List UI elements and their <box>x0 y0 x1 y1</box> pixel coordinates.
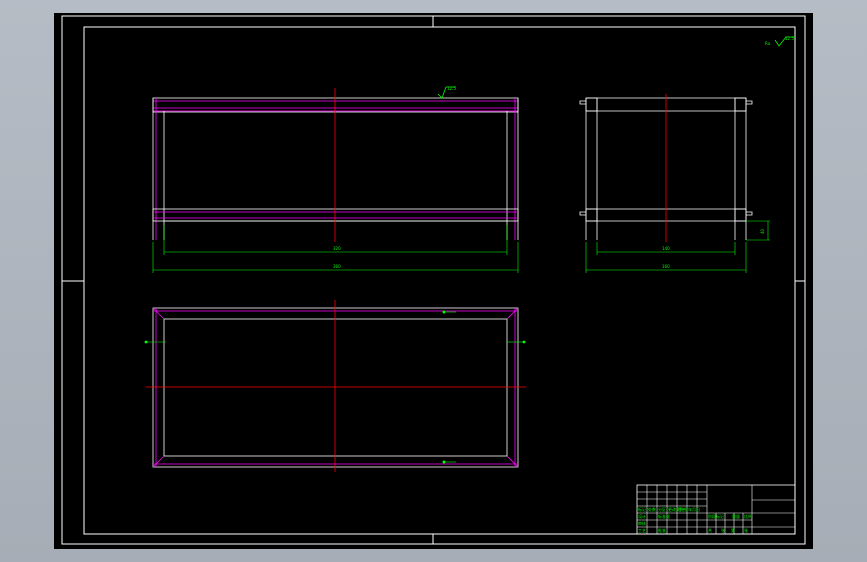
title-label-16: 张 <box>721 527 725 533</box>
side-overall-width-text: 160 <box>662 264 670 269</box>
front-weld-symbol-text: 12.5 <box>447 86 456 91</box>
side-inner-width-text: 140 <box>662 246 670 251</box>
title-label-14: 批准 <box>658 527 666 533</box>
title-label-15: 共 <box>708 527 712 533</box>
title-label-12: 审核 <box>638 520 646 526</box>
roughness-value: 12.5 <box>785 36 794 41</box>
title-label-3: 分区 <box>658 506 666 512</box>
title-label-9: 阶段标记 <box>708 513 724 519</box>
title-label-8: 标准化 <box>658 513 670 519</box>
title-label-17: 第 <box>731 527 735 533</box>
drawing-canvas[interactable]: Ra 12.5 12.5 320 360 40 140 160 标记 处数 分区… <box>0 0 867 562</box>
title-label-6: 年月日 <box>688 506 700 512</box>
title-label-18: 张 <box>744 527 748 533</box>
drawing-sheet <box>54 13 813 549</box>
title-label-13: 工艺 <box>638 528 646 533</box>
title-label-10: 重量 <box>732 513 740 519</box>
front-overall-width-text: 360 <box>333 264 341 269</box>
front-inner-width-text: 320 <box>333 246 341 251</box>
cad-viewport: Ra 12.5 12.5 320 360 40 140 160 标记 处数 分区… <box>0 0 867 562</box>
title-label-7: 设计 <box>638 513 646 519</box>
title-label-11: 比例 <box>744 513 752 519</box>
roughness-label: Ra <box>765 41 771 46</box>
title-label-5: 签名 <box>678 506 686 512</box>
title-label-2: 处数 <box>648 506 656 512</box>
side-height-text: 40 <box>760 228 765 234</box>
title-label-1: 标记 <box>638 506 646 512</box>
